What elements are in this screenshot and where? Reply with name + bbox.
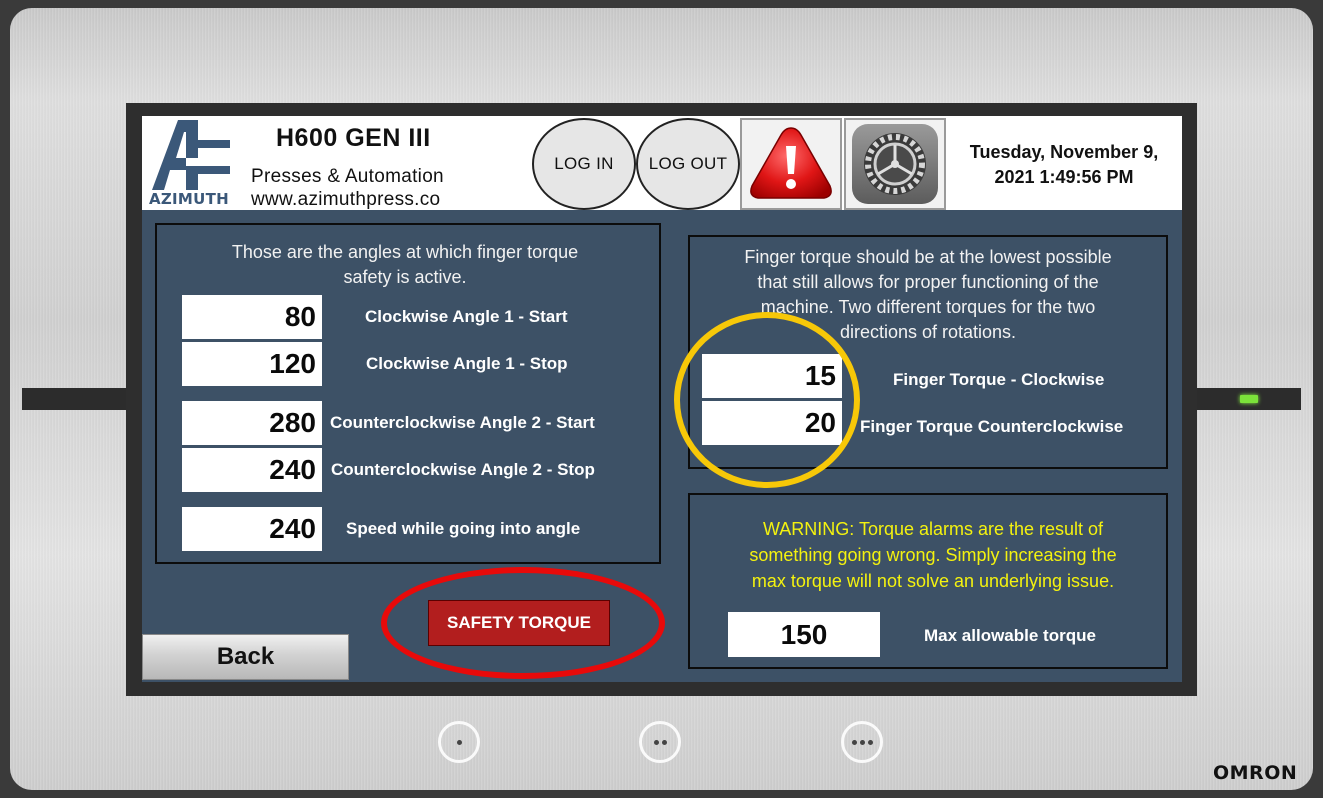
datetime-line-2: 2021 1:49:56 PM <box>994 167 1134 187</box>
dot-icon <box>456 739 462 745</box>
page-title: H600 GEN III <box>276 124 431 152</box>
ccw-angle2-stop-input[interactable]: 240 <box>182 448 322 492</box>
ccw-angle2-start-input[interactable]: 280 <box>182 401 322 445</box>
finger-torque-cw-label: Finger Torque - Clockwise <box>893 370 1105 389</box>
cw-angle1-stop-input[interactable]: 120 <box>182 342 322 386</box>
settings-button[interactable] <box>844 118 946 210</box>
hardware-button-1[interactable] <box>438 721 480 763</box>
ccw-angle2-start-label: Counterclockwise Angle 2 - Start <box>330 413 595 432</box>
cw-angle1-stop-label: Clockwise Angle 1 - Stop <box>366 354 568 373</box>
max-torque-input[interactable]: 150 <box>728 612 880 657</box>
login-button[interactable]: LOG IN <box>532 118 636 210</box>
finger-torque-cw-input[interactable]: 15 <box>702 354 842 398</box>
cw-angle1-start-input[interactable]: 80 <box>182 295 322 339</box>
alarm-button[interactable] <box>740 118 842 210</box>
angle-speed-label: Speed while going into angle <box>346 519 581 538</box>
brand-label: OMRON <box>1213 762 1298 784</box>
angles-description: Those are the angles at which finger tor… <box>160 240 650 290</box>
hardware-button-2[interactable] <box>639 721 681 763</box>
logout-button[interactable]: LOG OUT <box>636 118 740 210</box>
finger-torque-description: Finger torque should be at the lowest po… <box>694 245 1162 345</box>
warning-icon <box>750 127 832 199</box>
back-button[interactable]: Back <box>142 634 349 680</box>
ccw-angle2-stop-label: Counterclockwise Angle 2 - Stop <box>331 460 595 479</box>
finger-torque-ccw-input[interactable]: 20 <box>702 401 842 445</box>
logo-text: AZIMUTH <box>148 190 230 208</box>
finger-description-line-4: directions of rotations. <box>839 322 1017 342</box>
finger-description-line-1: Finger torque should be at the lowest po… <box>744 247 1112 267</box>
finger-torque-ccw-label: Finger Torque Counterclockwise <box>860 417 1124 436</box>
torque-warning-text: WARNING: Torque alarms are the result of… <box>710 516 1156 594</box>
warning-line-2: something going wrong. Simply increasing… <box>749 545 1117 565</box>
angles-description-line-2: safety is active. <box>343 267 467 287</box>
warning-line-3: max torque will not solve an underlying … <box>751 571 1115 591</box>
angles-description-line-1: Those are the angles at which finger tor… <box>231 242 579 262</box>
finger-description-line-2: that still allows for proper functioning… <box>757 272 1099 292</box>
dot-icon <box>851 739 857 745</box>
safety-torque-button[interactable]: SAFETY TORQUE <box>428 600 610 646</box>
company-subtitle: Presses & Automation <box>251 166 444 187</box>
dot-icon <box>661 739 667 745</box>
angle-speed-input[interactable]: 240 <box>182 507 322 551</box>
dot-icon <box>859 739 865 745</box>
finger-description-line-3: machine. Two different torques for the t… <box>760 297 1096 317</box>
warning-line-1: WARNING: Torque alarms are the result of <box>762 519 1104 539</box>
hardware-button-3[interactable] <box>841 721 883 763</box>
bezel-side-strip-left <box>22 388 128 410</box>
company-url: www.azimuthpress.co <box>251 189 441 210</box>
status-led <box>1240 395 1258 403</box>
gear-icon <box>852 124 938 204</box>
datetime-display: Tuesday, November 9, 2021 1:49:56 PM <box>948 140 1180 190</box>
dot-icon <box>867 739 873 745</box>
datetime-line-1: Tuesday, November 9, <box>969 142 1159 162</box>
cw-angle1-start-label: Clockwise Angle 1 - Start <box>365 307 568 326</box>
max-torque-label: Max allowable torque <box>924 626 1096 645</box>
dot-icon <box>653 739 659 745</box>
